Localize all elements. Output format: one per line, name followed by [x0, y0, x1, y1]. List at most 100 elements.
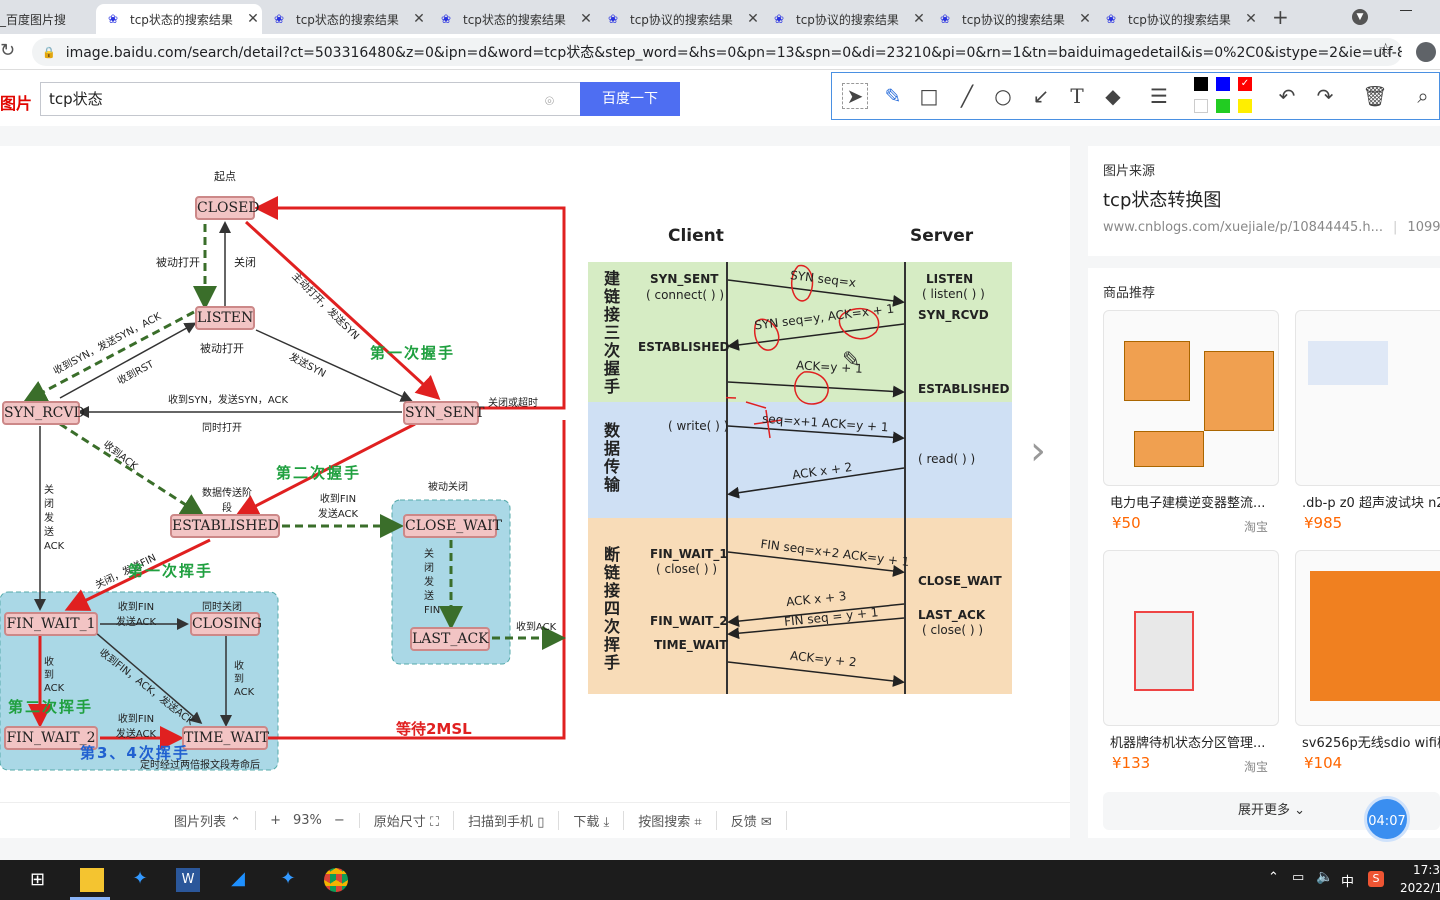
arrow-tool-icon[interactable]: ↙ — [1028, 83, 1054, 109]
label-recv-ack-3: 收到ACK — [234, 661, 255, 698]
bookmark-star-icon[interactable]: ☆ — [1378, 40, 1393, 60]
feather-app-icon[interactable]: ✦ — [128, 868, 152, 892]
network-icon[interactable]: ▭ — [1292, 870, 1304, 885]
select-arrow-icon[interactable]: ➤ — [842, 83, 868, 109]
lock-icon: 🔒 — [42, 45, 56, 59]
new-tab-icon[interactable]: + — [1272, 5, 1289, 29]
reload-icon[interactable]: ↻ — [0, 40, 15, 61]
line-width-icon[interactable]: ☰ — [1146, 83, 1172, 109]
client-call-3: ( close( ) ) — [656, 562, 718, 576]
trash-icon[interactable]: 🗑 — [1362, 83, 1388, 109]
product-name-0[interactable]: 电力电子建模逆变器整流... — [1110, 492, 1265, 511]
product-image-1[interactable] — [1295, 310, 1440, 486]
label-recv-fin: 收到FIN发送ACK — [317, 494, 359, 520]
product-price-1: ¥985 — [1304, 514, 1343, 532]
download-button[interactable]: 下载 ⤓ — [559, 811, 625, 830]
close-icon[interactable]: ✕ — [410, 11, 428, 27]
close-icon[interactable]: ✕ — [910, 11, 928, 27]
eraser-icon[interactable]: ◆ — [1100, 83, 1126, 109]
clock-date[interactable]: 2022/1 — [1400, 881, 1440, 895]
timer-badge[interactable]: 04:07 — [1364, 796, 1410, 842]
feedback-button[interactable]: 反馈 ✉ — [717, 811, 787, 830]
color-blue[interactable] — [1216, 77, 1230, 91]
close-icon[interactable]: ✕ — [744, 11, 762, 27]
image-list-button[interactable]: 图片列表 ⌃ — [160, 811, 257, 830]
feedback-icon: ✉ — [760, 815, 772, 830]
chrome-icon[interactable] — [324, 868, 348, 892]
source-title[interactable]: tcp状态转换图 — [1103, 186, 1221, 212]
word-icon[interactable]: W — [176, 868, 200, 892]
original-size-button[interactable]: 原始尺寸 ⛶ — [360, 811, 455, 830]
close-icon[interactable]: ✕ — [577, 11, 595, 27]
scan-to-phone-button[interactable]: 扫描到手机 ▯ — [454, 811, 560, 830]
task-view-icon[interactable]: ⊞ — [30, 869, 45, 890]
search-by-image-button[interactable]: 按图搜索 ⌗ — [624, 811, 717, 830]
product-name-2[interactable]: 机器牌待机状态分区管理... — [1110, 732, 1265, 751]
shark-app-icon[interactable]: ◢ — [226, 868, 250, 892]
circle-icon[interactable]: ○ — [990, 83, 1016, 109]
redo-icon[interactable]: ↷ — [1312, 83, 1338, 109]
pen-icon[interactable]: ✎ — [880, 83, 906, 109]
color-yellow[interactable] — [1238, 99, 1252, 113]
zoom-in-button[interactable]: + — [270, 813, 281, 828]
url-field[interactable]: 🔒 image.baidu.com/search/detail?ct=50331… — [32, 38, 1402, 66]
clock-time[interactable]: 17:3 — [1400, 863, 1440, 877]
close-icon[interactable]: ✕ — [1076, 11, 1094, 27]
color-red-selected[interactable]: ✓ — [1238, 77, 1252, 91]
next-image-icon[interactable]: › — [1030, 428, 1046, 474]
camera-icon[interactable]: ⌾ — [545, 92, 554, 110]
product-price-2: ¥133 — [1112, 754, 1151, 772]
undo-icon[interactable]: ↶ — [1274, 83, 1300, 109]
zoom-icon[interactable]: ⌕ — [1410, 83, 1436, 109]
label-simul-open: 同时打开 — [202, 423, 242, 434]
product-name-1[interactable]: .db-p z0 超声波试块 n2b — [1302, 492, 1440, 511]
tab-4[interactable]: ❀ tcp协议的搜索结果 ✕ — [596, 4, 762, 34]
close-icon[interactable]: ✕ — [244, 11, 262, 27]
file-explorer-icon[interactable] — [80, 868, 104, 892]
label-data-phase: 数据传送阶段 — [202, 488, 252, 514]
tab-7[interactable]: ❀ tcp协议的搜索结果 ✕ — [1094, 4, 1260, 34]
ime-indicator[interactable]: 中 — [1341, 871, 1354, 890]
source-size: 1099 x 6 — [1407, 220, 1440, 235]
product-image-0[interactable] — [1103, 310, 1279, 486]
label-recv-fin-3: 收到FIN发送ACK — [115, 714, 157, 740]
viewer-toolbar: 图片列表 ⌃ + 93% − 原始尺寸 ⛶ 扫描到手机 ▯ 下载 ⤓ 按图搜索 … — [0, 802, 1070, 838]
label-simul-close: 同时关闭 — [202, 602, 242, 613]
state-syn-rcvd: SYN_RCVD — [2, 401, 85, 425]
minimize-icon[interactable] — [1400, 10, 1412, 11]
search-input[interactable]: tcp状态 — [40, 82, 582, 116]
tab-6[interactable]: ❀ tcp协议的搜索结果 ✕ — [928, 4, 1094, 34]
right-panel: 图片来源 tcp状态转换图 www.cnblogs.com/xuejiale/p… — [1088, 146, 1440, 842]
color-green[interactable] — [1216, 99, 1230, 113]
zoom-control: + 93% − — [256, 813, 360, 828]
chevron-up-icon: ⌃ — [230, 815, 242, 830]
sogou-icon[interactable]: S — [1368, 871, 1384, 887]
zoom-out-button[interactable]: − — [334, 813, 345, 828]
tab-bar: _百度图片搜✕ ❀tcp状态的搜索结果✕ ❀tcp状态的搜索结果✕ ❀tcp状态… — [0, 0, 1440, 34]
feather-app-icon-2[interactable]: ✦ — [276, 868, 300, 892]
rectangle-icon[interactable]: □ — [916, 83, 942, 109]
address-bar: ↻ 🔒 image.baidu.com/search/detail?ct=503… — [0, 34, 1440, 70]
server-call-1: ( listen( ) ) — [922, 287, 985, 301]
tab-1[interactable]: ❀ tcp状态的搜索结果 ✕ — [96, 4, 262, 34]
close-icon[interactable]: ✕ — [1242, 11, 1260, 27]
volume-icon[interactable]: 🔈 — [1316, 869, 1333, 885]
tab-3[interactable]: ❀ tcp状态的搜索结果 ✕ — [429, 4, 595, 34]
line-icon[interactable]: ╱ — [954, 83, 980, 109]
color-white[interactable] — [1194, 99, 1208, 113]
product-name-3[interactable]: sv6256p无线sdio wifi模块 — [1302, 732, 1440, 751]
text-tool-icon[interactable]: T — [1064, 83, 1090, 109]
source-url[interactable]: www.cnblogs.com/xuejiale/p/10844445.h... — [1103, 220, 1383, 235]
state-close-wait: CLOSE_WAIT — [403, 514, 502, 538]
product-image-2[interactable] — [1103, 550, 1279, 726]
product-image-3[interactable] — [1295, 550, 1440, 726]
tab-2[interactable]: ❀ tcp状态的搜索结果 ✕ — [262, 4, 428, 34]
tab-5[interactable]: ❀ tcp协议的搜索结果 ✕ — [762, 4, 928, 34]
server-state-1: LISTEN — [926, 272, 974, 286]
tray-expand-icon[interactable]: ⌃ — [1268, 870, 1279, 885]
tab-search-icon[interactable]: ▼ — [1352, 9, 1368, 25]
search-button[interactable]: 百度一下 — [580, 82, 680, 116]
profile-avatar-icon[interactable] — [1416, 42, 1436, 62]
download-icon: ⤓ — [603, 815, 610, 830]
color-black[interactable] — [1194, 77, 1208, 91]
